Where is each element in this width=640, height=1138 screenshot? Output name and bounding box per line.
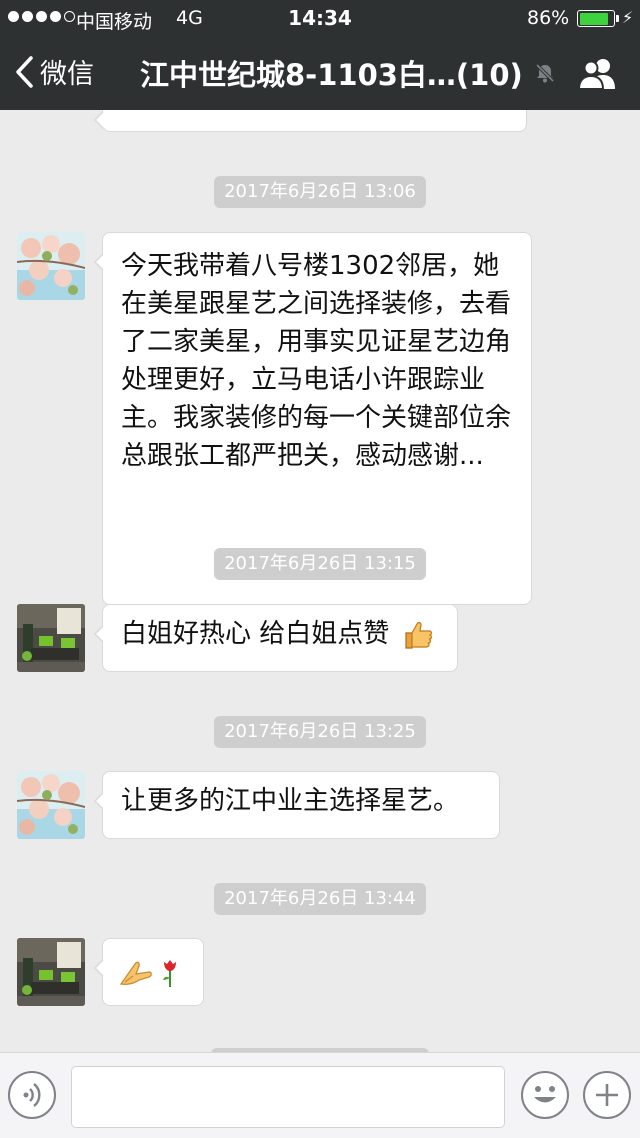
- message-text: 让更多的江中业主选择星艺。: [121, 786, 460, 816]
- voice-icon: [23, 1083, 41, 1107]
- status-bar: 中国移动 4G 14:34 86% ⚡: [0, 0, 640, 36]
- battery-cap: [616, 15, 619, 22]
- smiley-icon: [534, 1086, 556, 1103]
- more-button[interactable]: [583, 1071, 631, 1119]
- timestamp-row: 2017年6月26日 13:44: [0, 883, 640, 915]
- room-avatar-image: [17, 938, 85, 1006]
- battery-icon: [577, 10, 615, 27]
- message-text: 白姐好热心 给白姐点赞: [121, 619, 390, 649]
- flower-avatar-image: [17, 771, 85, 839]
- group-members-icon[interactable]: [577, 56, 619, 90]
- timestamp-row: 2017年6月26日 13:25: [0, 716, 640, 748]
- charging-icon: ⚡: [622, 8, 634, 27]
- back-label: 微信: [40, 59, 94, 90]
- message-bubble[interactable]: [94, 938, 204, 1006]
- plus-icon: [596, 1084, 618, 1106]
- timestamp: 2017年6月26日 13:44: [214, 883, 426, 915]
- bell-muted-icon: [535, 63, 555, 83]
- avatar[interactable]: [17, 232, 85, 300]
- top-bar: 中国移动 4G 14:34 86% ⚡ 微信 江中世纪城8-1103白…(10): [0, 0, 640, 110]
- message-list[interactable]: 2017年6月26日 13:06 今天我带着八号楼1302邻居，她在美星跟星艺之…: [0, 110, 640, 1052]
- avatar[interactable]: [17, 771, 85, 839]
- message-bubble[interactable]: 让更多的江中业主选择星艺。: [94, 771, 500, 839]
- timestamp: 2017年6月26日 13:15: [214, 548, 426, 580]
- chat-title: 江中世纪城8-1103白…(10): [140, 58, 523, 92]
- chevron-left-icon: [16, 55, 33, 88]
- timestamp: 2017年6月26日 13:25: [214, 716, 426, 748]
- emoji-button[interactable]: [521, 1071, 569, 1119]
- flower-avatar-image: [17, 232, 85, 300]
- back-button[interactable]: 微信: [14, 52, 94, 91]
- avatar[interactable]: [17, 604, 85, 672]
- rose-icon: [163, 959, 177, 987]
- room-avatar-image: [17, 604, 85, 672]
- message-bubble[interactable]: 白姐好热心 给白姐点赞: [94, 604, 458, 672]
- voice-button[interactable]: [8, 1071, 56, 1119]
- timestamp: 2017年6月26日 13:06: [214, 176, 426, 208]
- timestamp-row: 2017年6月26日 13:15: [0, 548, 640, 580]
- battery-percent: 86%: [527, 7, 570, 29]
- nav-bar: 微信 江中世纪城8-1103白…(10): [0, 38, 640, 110]
- message-text: 今天我带着八号楼1302邻居，她在美星跟星艺之间选择装修，去看了二家美星，用事实…: [121, 251, 512, 471]
- message-bubble-previous[interactable]: [94, 110, 527, 132]
- praying-hands-icon: [119, 961, 152, 985]
- thumbs-up-icon: [404, 621, 432, 649]
- message-input[interactable]: [71, 1066, 505, 1128]
- input-bar: [0, 1052, 640, 1138]
- timestamp-row: 2017年6月26日 13:06: [0, 176, 640, 208]
- avatar[interactable]: [17, 938, 85, 1006]
